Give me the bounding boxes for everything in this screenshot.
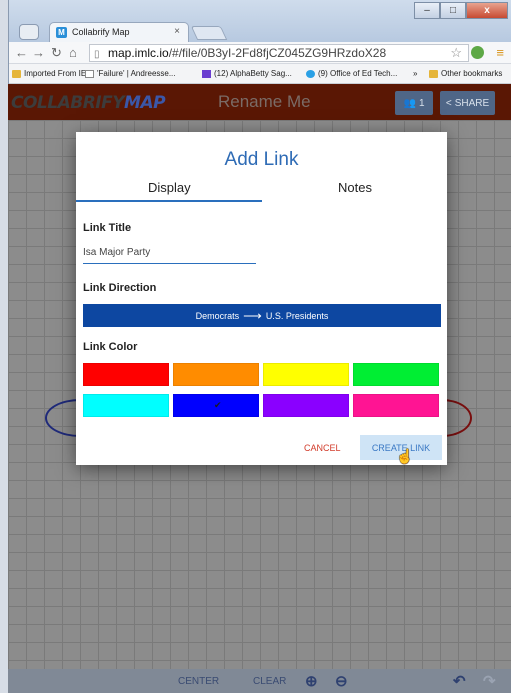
home-icon[interactable]: ⌂	[69, 45, 77, 60]
back-icon[interactable]: ←	[15, 45, 28, 60]
browser-tab[interactable]: M Collabrify Map ×	[49, 22, 189, 42]
undo-icon[interactable]: ↶	[453, 672, 466, 690]
overflow-chevron-icon: »	[413, 69, 418, 78]
collabrify-favicon-icon: M	[56, 27, 67, 38]
color-swatch-yellow[interactable]	[263, 363, 349, 386]
close-window-button[interactable]: x	[466, 2, 508, 19]
reload-icon[interactable]: ↻	[51, 45, 62, 61]
bookmarks-overflow[interactable]: »	[413, 69, 417, 78]
link-direction-label: Link Direction	[83, 282, 157, 294]
window-controls: – □ x	[414, 2, 508, 20]
bookmark-label: Other bookmarks	[441, 69, 503, 78]
link-title-label: Link Title	[83, 222, 132, 234]
link-title-input[interactable]: Isa Major Party	[83, 246, 256, 264]
share-icon: <	[445, 97, 452, 109]
link-color-label: Link Color	[83, 341, 138, 353]
bookmark-item[interactable]: Other bookmarks	[429, 69, 502, 78]
users-count: 1	[418, 97, 425, 109]
bookmark-item[interactable]: Imported From IE	[12, 69, 86, 78]
add-link-dialog: Add Link Display Notes Link Title Isa Ma…	[76, 132, 447, 465]
hand-cursor-icon: ☝	[396, 448, 414, 464]
color-swatch-cyan[interactable]	[83, 394, 169, 417]
menu-icon[interactable]: ≡	[496, 45, 504, 60]
color-swatch-pink[interactable]	[353, 394, 439, 417]
arrow-right-icon: ⟶	[243, 308, 262, 323]
bookmark-item[interactable]: (12) AlphaBetty Sag...	[202, 69, 292, 78]
page-icon: ▯	[94, 49, 100, 60]
app-logo: COLLABRIFYMAP	[11, 93, 166, 113]
alphabetty-icon	[202, 69, 211, 78]
share-button[interactable]: < SHARE	[440, 91, 495, 115]
tab-title: Collabrify Map	[72, 27, 130, 37]
users-button[interactable]: 👥 1	[395, 91, 433, 115]
users-icon: 👥	[403, 97, 416, 109]
bookmark-star-icon[interactable]: ☆	[450, 45, 462, 61]
bookmark-item[interactable]: 'Failure' | Andreesse...	[85, 69, 176, 78]
color-swatch-red[interactable]	[83, 363, 169, 386]
document-title[interactable]: Rename Me	[218, 92, 311, 112]
app-footer: CENTER CLEAR ⊕ ⊖ ↶ ↷	[8, 669, 511, 693]
logo-text: COLLABRIFY	[11, 93, 125, 113]
clear-button[interactable]: CLEAR	[253, 676, 286, 687]
zoom-out-icon[interactable]: ⊖	[335, 672, 348, 690]
tab-close-icon[interactable]: ×	[174, 26, 180, 37]
share-label: SHARE	[454, 97, 490, 109]
direction-from: Democrats	[195, 310, 240, 321]
bookmark-item[interactable]: (9) Office of Ed Tech...	[306, 69, 397, 78]
url-host: map.imlc.io	[108, 46, 169, 60]
bookmark-label: (12) AlphaBetty Sag...	[214, 69, 292, 78]
selected-check-icon: ✔	[214, 400, 222, 410]
browser-menu-icon[interactable]	[19, 24, 39, 40]
logo-text-map: MAP	[124, 93, 166, 113]
zoom-in-icon[interactable]: ⊕	[305, 672, 318, 690]
color-swatch-blue[interactable]: ✔	[173, 394, 259, 417]
folder-icon	[12, 69, 21, 78]
cancel-button[interactable]: CANCEL	[304, 443, 341, 453]
link-direction-button[interactable]: Democrats ⟶ U.S. Presidents	[83, 304, 441, 327]
direction-to: U.S. Presidents	[265, 310, 329, 321]
dialog-title: Add Link	[224, 149, 299, 170]
tab-display[interactable]: Display	[148, 180, 191, 195]
bookmarks-bar: Imported From IE 'Failure' | Andreesse..…	[9, 64, 511, 84]
folder-icon	[429, 69, 438, 78]
color-swatch-green[interactable]	[353, 363, 439, 386]
twitter-icon	[306, 69, 315, 78]
browser-toolbar: ← → ↻ ⌂ ▯ map.imlc.io/#/file/0B3yI-2Fd8f…	[9, 42, 511, 64]
color-swatch-orange[interactable]	[173, 363, 259, 386]
url-path: /#/file/0B3yI-2Fd8fjCZ045ZG9HRzdoX28	[168, 46, 387, 60]
center-button[interactable]: CENTER	[178, 676, 219, 687]
extension-icon[interactable]	[471, 46, 484, 59]
minimize-button[interactable]: –	[414, 2, 440, 19]
address-bar[interactable]: ▯ map.imlc.io/#/file/0B3yI-2Fd8fjCZ045ZG…	[89, 44, 469, 62]
new-tab-button[interactable]	[190, 26, 228, 40]
redo-icon[interactable]: ↷	[483, 672, 496, 690]
color-swatch-purple[interactable]	[263, 394, 349, 417]
bookmark-label: 'Failure' | Andreesse...	[97, 69, 176, 78]
bookmark-label: (9) Office of Ed Tech...	[318, 69, 398, 78]
forward-icon[interactable]: →	[32, 45, 45, 60]
active-tab-indicator	[76, 200, 262, 202]
tab-notes[interactable]: Notes	[338, 180, 372, 195]
app-header: COLLABRIFYMAP Rename Me 👥 1 < SHARE	[8, 84, 511, 120]
bookmark-label: Imported From IE	[24, 69, 87, 78]
maximize-button[interactable]: □	[440, 2, 466, 19]
title-bar: M Collabrify Map × – □ x	[9, 0, 511, 42]
page-icon	[85, 69, 94, 78]
